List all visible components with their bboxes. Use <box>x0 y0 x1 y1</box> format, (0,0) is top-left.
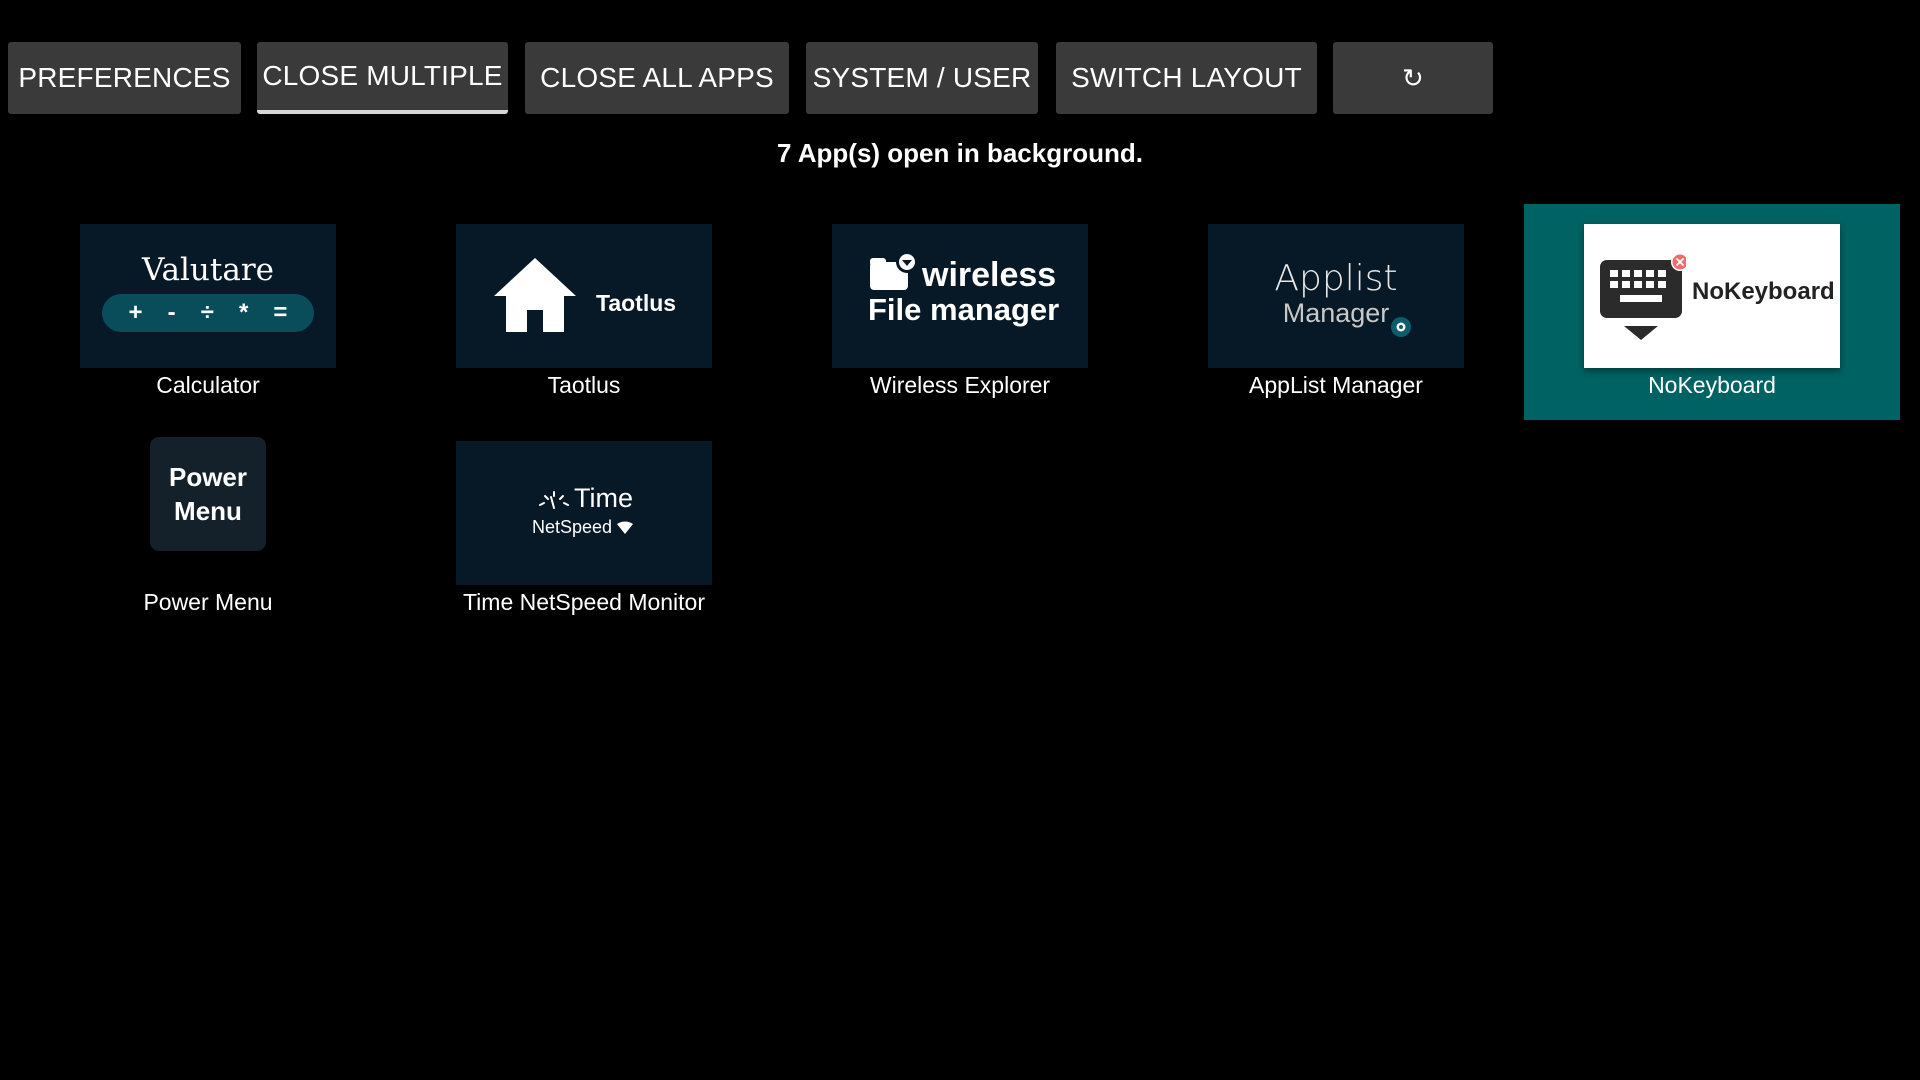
app-tile-wireless-explorer[interactable]: wireless File manager Wireless Explorer <box>772 204 1148 420</box>
banner-title: Applist <box>1274 258 1398 299</box>
app-banner: Taotlus <box>456 224 712 368</box>
banner-title: Power <box>168 462 248 492</box>
app-banner: Time NetSpeed <box>456 441 712 585</box>
banner-title: Valutare <box>141 252 274 288</box>
divide-icon: ÷ <box>200 299 214 326</box>
banner-subtitle: Manager <box>1282 298 1390 328</box>
app-label: Power Menu <box>143 589 273 615</box>
app-tile-applist-manager[interactable]: Applist Manager AppList Manager <box>1148 204 1524 420</box>
preferences-button[interactable]: PREFERENCES <box>8 42 241 114</box>
app-label: Calculator <box>156 372 260 398</box>
folder-icon <box>870 251 918 290</box>
plus-icon: + <box>128 299 143 326</box>
app-tile-nokeyboard[interactable]: NoKeyboard NoKeyboard <box>1524 204 1900 420</box>
speedometer-icon <box>539 491 569 509</box>
app-banner: NoKeyboard <box>1584 224 1840 368</box>
app-label: NoKeyboard <box>1648 372 1776 398</box>
app-label: Time NetSpeed Monitor <box>462 589 706 615</box>
app-tile-calculator[interactable]: Valutare + - ÷ * = Calculator <box>20 204 396 420</box>
multiply-icon: * <box>238 299 249 326</box>
app-banner: Applist Manager <box>1208 224 1464 368</box>
app-banner: Valutare + - ÷ * = <box>80 224 336 368</box>
equals-icon: = <box>273 299 288 326</box>
refresh-button[interactable]: ↻ <box>1333 42 1493 114</box>
app-tile-taotlus[interactable]: Taotlus Taotlus <box>396 204 772 420</box>
calculator-operators: + - ÷ * = <box>102 294 314 332</box>
banner-title: NoKeyboard <box>1692 278 1835 305</box>
wifi-icon <box>617 521 633 534</box>
app-label: Wireless Explorer <box>869 372 1051 398</box>
app-label: Taotlus <box>547 372 621 398</box>
banner-subtitle: File manager <box>868 292 1060 327</box>
app-banner: wireless File manager <box>832 224 1088 368</box>
power-menu-icon: Power Menu <box>150 437 266 551</box>
close-multiple-button[interactable]: CLOSE MULTIPLE <box>257 42 508 114</box>
app-tile-time-netspeed-monitor[interactable]: Time NetSpeed Time NetSpeed Monitor <box>396 421 772 637</box>
house-icon <box>494 258 576 332</box>
status-text: 7 App(s) open in background. <box>777 138 1143 168</box>
banner-title: Time <box>574 483 633 513</box>
banner-subtitle: Menu <box>174 496 242 526</box>
keyboard-icon <box>1600 253 1686 340</box>
banner-subtitle: NetSpeed <box>532 517 613 537</box>
close-all-apps-button[interactable]: CLOSE ALL APPS <box>525 42 789 114</box>
app-label: AppList Manager <box>1249 372 1423 398</box>
system-user-button[interactable]: SYSTEM / USER <box>806 42 1038 114</box>
app-tile-power-menu[interactable]: Power Menu Power Menu <box>20 421 396 637</box>
refresh-icon: ↻ <box>1402 62 1424 93</box>
banner-title: wireless <box>922 256 1057 294</box>
gear-icon <box>1391 317 1411 337</box>
banner-title: Taotlus <box>596 290 677 316</box>
minus-icon: - <box>167 299 176 326</box>
switch-layout-button[interactable]: SWITCH LAYOUT <box>1056 42 1317 114</box>
